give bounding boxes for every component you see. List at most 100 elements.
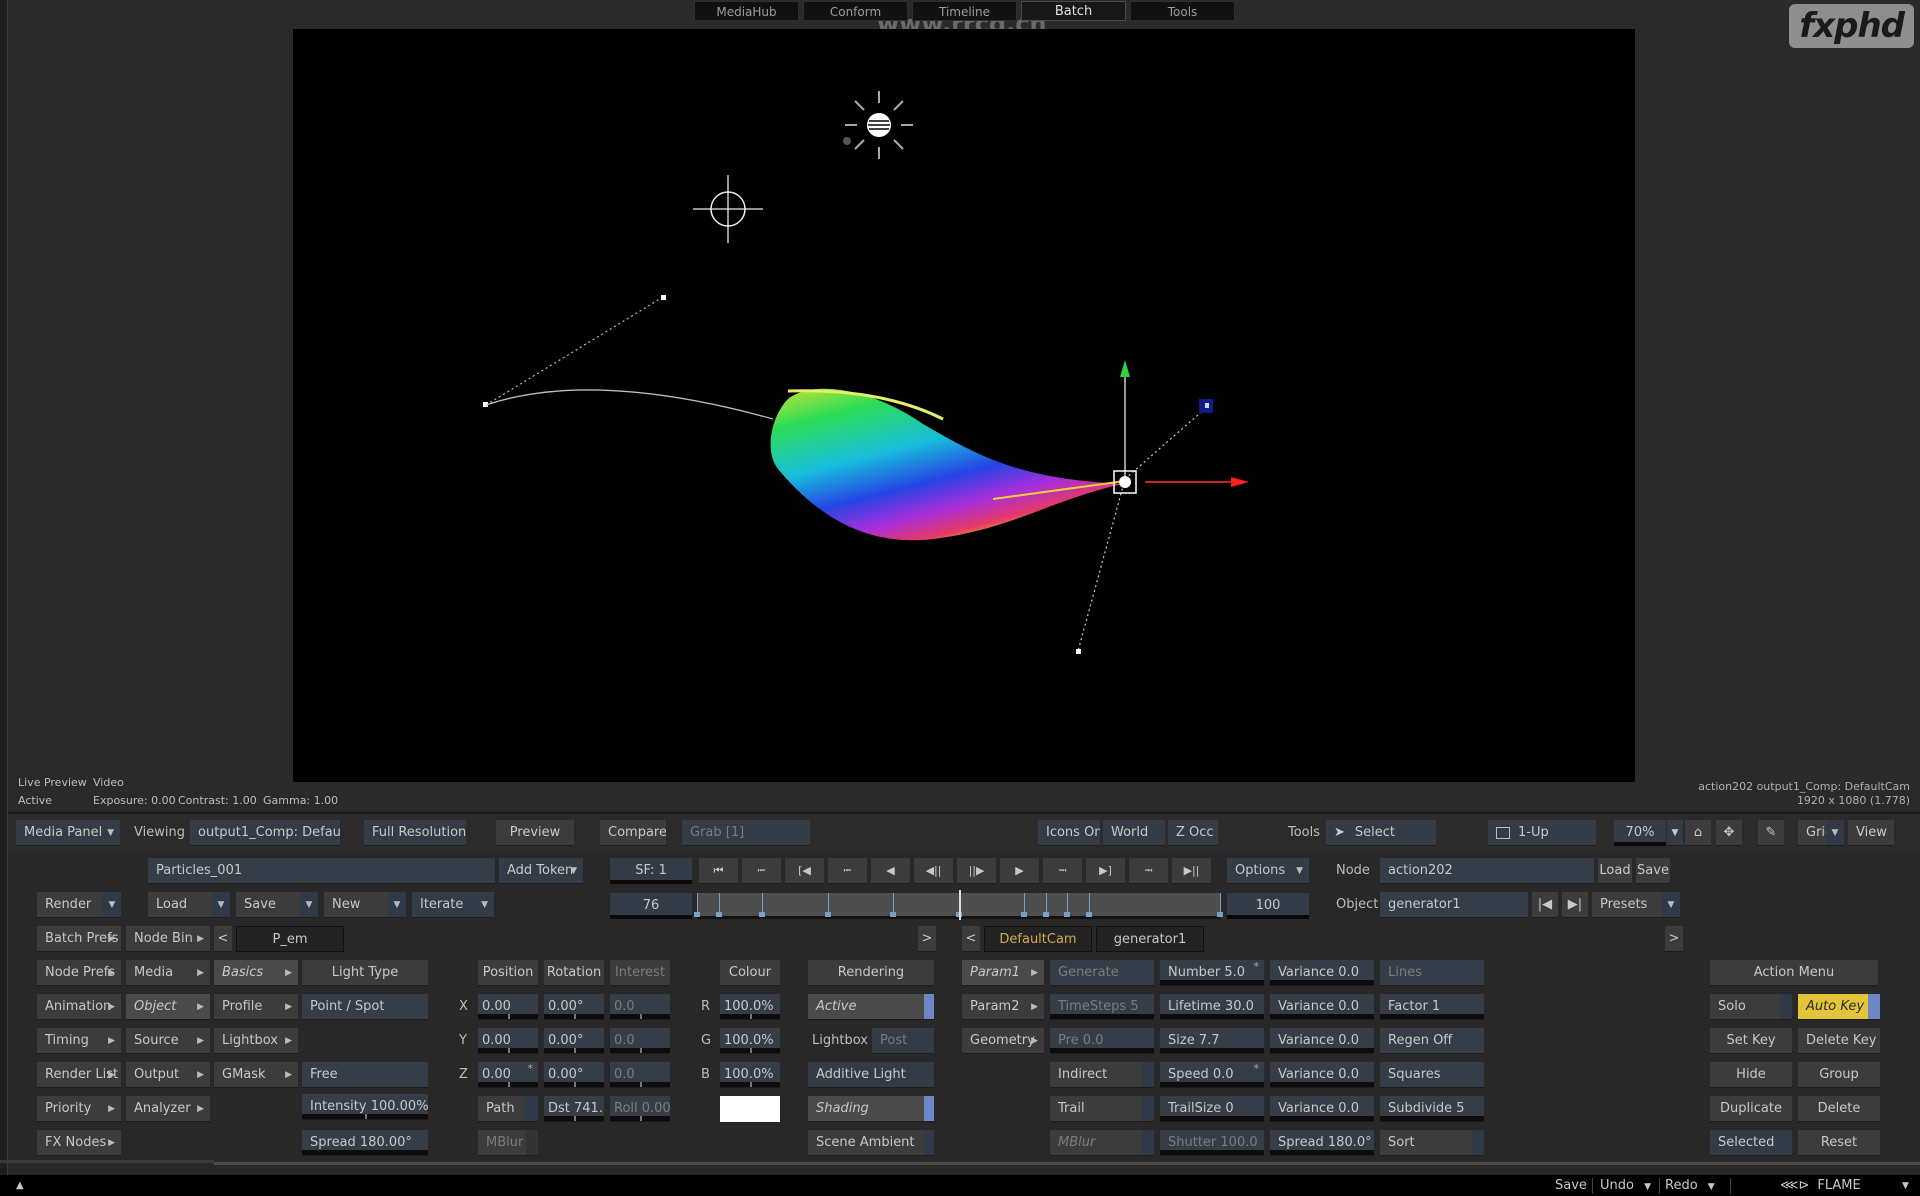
next-keyframe-icon[interactable]: ⭲ bbox=[1129, 858, 1168, 884]
tangent-handle-left[interactable] bbox=[485, 296, 664, 406]
menu-media[interactable]: Media ▶ bbox=[126, 960, 210, 986]
param-size-7-7[interactable]: Size 7.7 bbox=[1160, 1028, 1264, 1054]
menu-nav-next[interactable]: > bbox=[918, 926, 936, 952]
param-squares[interactable]: Squares bbox=[1380, 1062, 1484, 1088]
render-dropdown[interactable]: Render ▼ bbox=[37, 892, 121, 918]
media-panel-dropdown[interactable]: Media Panel ▼ bbox=[16, 820, 120, 846]
expand-panel-icon[interactable]: ▲ bbox=[16, 1176, 24, 1196]
z-occ-toggle[interactable]: Z Occ bbox=[1168, 820, 1218, 846]
new-dropdown[interactable]: New ▼ bbox=[324, 892, 406, 918]
interest-y-field[interactable]: 0.0 bbox=[610, 1028, 670, 1054]
keyframe-marker[interactable] bbox=[1217, 893, 1223, 917]
param-trailsize-0[interactable]: TrailSize 0 bbox=[1160, 1096, 1264, 1122]
colour-b-field[interactable]: 100.0% bbox=[720, 1062, 780, 1088]
keyframe-marker[interactable] bbox=[890, 893, 897, 917]
load-dropdown[interactable]: Load ▼ bbox=[148, 892, 230, 918]
node-load-button[interactable]: Load bbox=[1598, 858, 1632, 884]
menu-fx-nodes[interactable]: FX Nodes ▶ bbox=[37, 1130, 121, 1156]
path-toggle[interactable]: Path bbox=[478, 1096, 538, 1122]
chevron-down-icon[interactable]: ▼ bbox=[1902, 1176, 1909, 1196]
node-save-button[interactable]: Save bbox=[1636, 858, 1670, 884]
viewport-canvas[interactable] bbox=[293, 29, 1635, 782]
param-mblur[interactable]: MBlur bbox=[1050, 1130, 1154, 1156]
footer-undo-button[interactable]: Undo ▼ bbox=[1600, 1176, 1651, 1196]
menu-batch-prefs[interactable]: Batch Prefs ▶ bbox=[37, 926, 121, 952]
param-variance-0-0[interactable]: Variance 0.0 bbox=[1270, 1096, 1374, 1122]
menu-object[interactable]: Object ▶ bbox=[126, 994, 210, 1020]
param-variance-0-0[interactable]: Variance 0.0 bbox=[1270, 1062, 1374, 1088]
roll-field[interactable]: Roll 0.00 bbox=[610, 1096, 670, 1122]
tab-tools[interactable]: Tools bbox=[1130, 1, 1235, 21]
keyframe-marker[interactable] bbox=[824, 893, 831, 917]
delete-key-button[interactable]: Delete Key bbox=[1798, 1028, 1880, 1054]
tangent-point[interactable] bbox=[661, 295, 666, 300]
param-number-5-0[interactable]: Number 5.0 * bbox=[1160, 960, 1264, 986]
light-icon[interactable] bbox=[843, 91, 913, 159]
keyframe-handle[interactable] bbox=[1064, 912, 1071, 917]
menu-source[interactable]: Source ▶ bbox=[126, 1028, 210, 1054]
param-indirect[interactable]: Indirect bbox=[1050, 1062, 1154, 1088]
footer-save-button[interactable]: Save bbox=[1555, 1176, 1587, 1196]
duplicate-button[interactable]: Duplicate bbox=[1710, 1096, 1792, 1122]
interest-x-field[interactable]: 0.0 bbox=[610, 994, 670, 1020]
step-forward-key-icon[interactable]: ⭲ bbox=[1043, 858, 1082, 884]
full-resolution-button[interactable]: Full Resolution bbox=[364, 820, 466, 846]
add-token-dropdown[interactable]: Add Token ▼ bbox=[499, 858, 583, 884]
footer-redo-button[interactable]: Redo ▼ bbox=[1665, 1176, 1715, 1196]
eyedropper-icon[interactable]: ✎ bbox=[1758, 820, 1784, 846]
colour-g-field[interactable]: 100.0% bbox=[720, 1028, 780, 1054]
menu-gmask[interactable]: GMask ▶ bbox=[214, 1062, 298, 1088]
menu-node-prefs[interactable]: Node Prefs ▶ bbox=[37, 960, 121, 986]
sf-field[interactable]: SF: 1 bbox=[610, 858, 692, 884]
keyframe-handle[interactable] bbox=[1042, 912, 1049, 917]
presets-dropdown[interactable]: Presets ▼ bbox=[1592, 892, 1680, 918]
reset-button[interactable]: Reset bbox=[1798, 1130, 1880, 1156]
node-name-field[interactable]: action202 bbox=[1380, 858, 1594, 884]
tab-batch[interactable]: Batch bbox=[1021, 1, 1126, 21]
param-variance-0-0[interactable]: Variance 0.0 bbox=[1270, 994, 1374, 1020]
step-forward-icon[interactable]: ||▶ bbox=[957, 858, 996, 884]
crosshair-target-icon[interactable] bbox=[693, 175, 763, 243]
param-pre-0-0[interactable]: Pre 0.0 bbox=[1050, 1028, 1154, 1054]
param-subdivide-5[interactable]: Subdivide 5 bbox=[1380, 1096, 1484, 1122]
position-z-field[interactable]: 0.00 * bbox=[478, 1062, 538, 1088]
menu-render-list[interactable]: Render List ▶ bbox=[37, 1062, 121, 1088]
timeline-scrubber[interactable] bbox=[694, 890, 1223, 920]
param-trail[interactable]: Trail bbox=[1050, 1096, 1154, 1122]
set-key-button[interactable]: Set Key bbox=[1710, 1028, 1792, 1054]
param-speed-0-0[interactable]: Speed 0.0 * bbox=[1160, 1062, 1264, 1088]
position-x-field[interactable]: 0.00 bbox=[478, 994, 538, 1020]
compare-button[interactable]: Compare bbox=[600, 820, 666, 846]
menu-profile[interactable]: Profile ▶ bbox=[214, 994, 298, 1020]
keyframe-handle[interactable] bbox=[1086, 912, 1093, 917]
intensity-slider[interactable]: Intensity 100.00% bbox=[302, 1094, 428, 1120]
tab-generator1[interactable]: generator1 bbox=[1096, 926, 1204, 952]
current-frame-field[interactable]: 76 bbox=[610, 893, 692, 919]
grab-button[interactable]: Grab [1] bbox=[682, 820, 810, 846]
menu-nav-prev[interactable]: < bbox=[214, 926, 232, 952]
free-mode-selector[interactable]: Free bbox=[302, 1062, 428, 1088]
menu-timing[interactable]: Timing ▶ bbox=[37, 1028, 121, 1054]
node-tab-p-em[interactable]: P_em bbox=[236, 926, 344, 952]
param-lifetime-30-0[interactable]: Lifetime 30.0 bbox=[1160, 994, 1264, 1020]
y-axis-arrow[interactable] bbox=[1120, 360, 1130, 377]
selected-selector[interactable]: Selected bbox=[1710, 1130, 1792, 1156]
select-tool-button[interactable]: ➤ Select bbox=[1326, 820, 1436, 846]
home-icon[interactable]: ⌂ bbox=[1685, 820, 1711, 846]
colour-r-field[interactable]: 100.0% bbox=[720, 994, 780, 1020]
active-toggle[interactable]: Active bbox=[808, 994, 934, 1020]
rotation-y-field[interactable]: 0.00° bbox=[544, 1028, 604, 1054]
prev-keyframe-icon[interactable]: ⭰ bbox=[742, 858, 781, 884]
keyframe-marker[interactable] bbox=[715, 893, 722, 917]
keyframe-marker[interactable] bbox=[1064, 893, 1071, 917]
param-lines[interactable]: Lines bbox=[1380, 960, 1484, 986]
scene-ambient-toggle[interactable]: Scene Ambient bbox=[808, 1130, 934, 1156]
hide-button[interactable]: Hide bbox=[1710, 1062, 1792, 1088]
param-category-param1[interactable]: Param1 ▶ bbox=[962, 960, 1044, 986]
menu-priority[interactable]: Priority ▶ bbox=[37, 1096, 121, 1122]
pan-move-icon[interactable]: ✥ bbox=[1716, 820, 1742, 846]
go-to-end-icon[interactable]: ▶|| bbox=[1172, 858, 1211, 884]
view-menu[interactable]: View bbox=[1848, 820, 1894, 846]
light-type-selector[interactable]: Point / Spot bbox=[302, 994, 428, 1020]
colour-swatch[interactable] bbox=[720, 1096, 780, 1122]
